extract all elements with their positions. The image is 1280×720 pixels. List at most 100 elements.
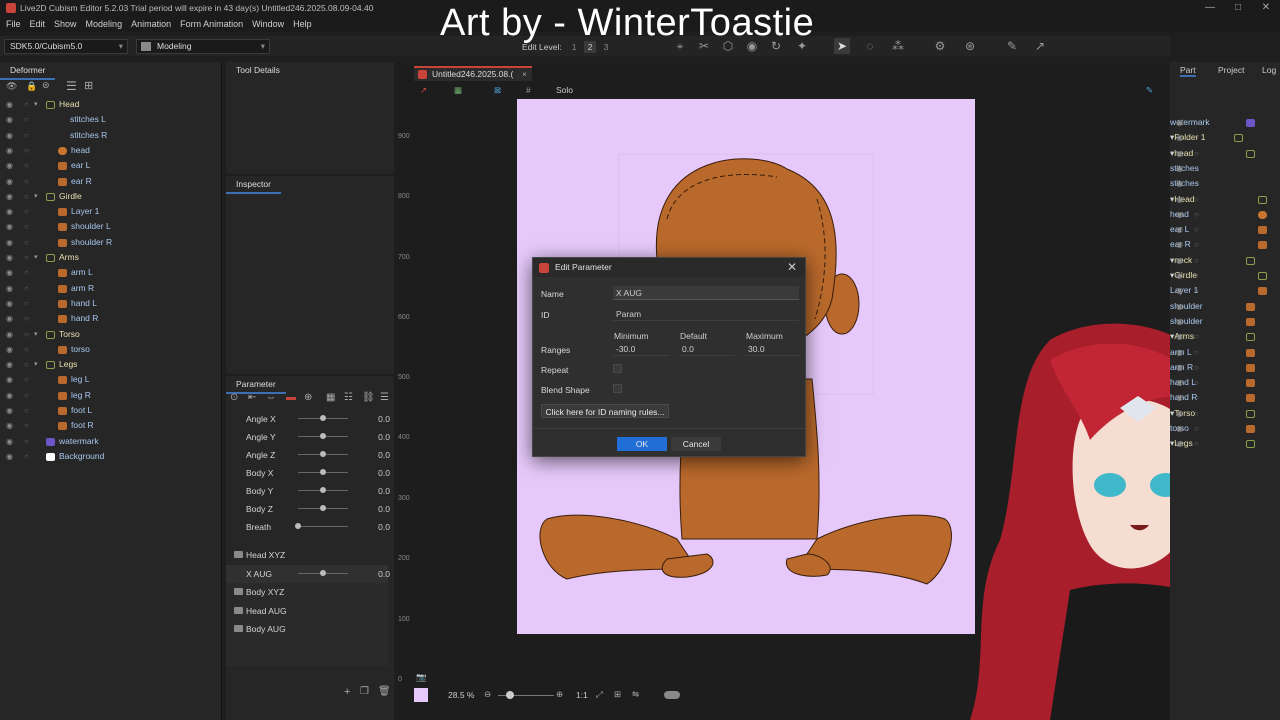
add-parameter-icon[interactable]: + [344, 686, 350, 698]
filter-icon[interactable]: ⊜ [42, 80, 50, 91]
view-icon[interactable]: ⊠ [494, 85, 501, 96]
parameter-row[interactable]: Body Z 0.0 [226, 500, 390, 518]
eye-icon[interactable]: ◉ [1176, 146, 1183, 161]
eye-icon[interactable]: ◉ [1176, 176, 1183, 191]
part-item[interactable]: ◉ ○ ▾ Girdle [1170, 268, 1280, 283]
blend-icon[interactable]: ⊛ [962, 38, 978, 54]
default-input[interactable]: 0.0 [679, 342, 735, 356]
lock-icon[interactable]: ○ [1194, 237, 1199, 252]
eye-icon[interactable]: ◉ [6, 204, 13, 219]
menu-file[interactable]: File [6, 19, 21, 29]
eye-icon[interactable]: ◉ [6, 143, 13, 158]
deformer-item[interactable]: ◉ ○ shoulder L [0, 219, 222, 234]
tab-log[interactable]: Log [1262, 65, 1276, 75]
lock-icon[interactable]: ○ [24, 388, 29, 403]
parameter-group[interactable]: Head AUG [226, 602, 388, 620]
menu-form-animation[interactable]: Form Animation [180, 19, 243, 29]
settings-icon[interactable]: ⊞ [84, 79, 93, 92]
minimize-button[interactable]: — [1196, 0, 1224, 16]
parameter-group[interactable]: Body XYZ [226, 583, 388, 601]
brush-select-icon[interactable]: ⁂ [890, 38, 906, 54]
tab-project[interactable]: Project [1218, 65, 1244, 75]
eye-icon[interactable]: ◉ [1176, 222, 1183, 237]
layer-toggle-icon[interactable]: ▦ [454, 85, 462, 96]
menu-edit[interactable]: Edit [30, 19, 46, 29]
parameter-row[interactable]: Body Y 0.0 [226, 482, 390, 500]
parameter-slider[interactable] [298, 487, 348, 493]
deformer-item[interactable]: ◉ ○ Background [0, 449, 222, 464]
part-item[interactable]: ◉ ○ stitches [1170, 176, 1280, 191]
deformer-item[interactable]: ◉ ○ ▾ Arms [0, 250, 222, 265]
deformer-item[interactable]: ◉ ○ hand R [0, 311, 222, 326]
workspace-mode-select[interactable]: Modeling ▾ [136, 39, 270, 54]
solo-toggle[interactable]: Solo [556, 85, 573, 95]
menu-window[interactable]: Window [252, 19, 284, 29]
close-window-button[interactable]: ✕ [1252, 0, 1280, 16]
lock-icon[interactable]: ○ [1194, 421, 1199, 436]
list-view-icon[interactable]: ☰ [66, 79, 77, 93]
deformer-item[interactable]: ◉ ○ stitches R [0, 128, 222, 143]
pin-icon[interactable]: ↗ [420, 85, 427, 96]
lock-icon[interactable]: ○ [24, 342, 29, 357]
lock-icon[interactable]: ○ [1194, 130, 1199, 145]
lock-icon[interactable]: ○ [1194, 299, 1199, 314]
trash-icon[interactable]: 🗑 [378, 686, 391, 697]
eye-icon[interactable]: ◉ [1176, 421, 1183, 436]
eye-icon[interactable]: ◉ [1176, 436, 1183, 451]
part-item[interactable]: ◉ ○ hand R [1170, 390, 1280, 405]
deformer-item[interactable]: ◉ ○ watermark [0, 434, 222, 449]
ok-button[interactable]: OK [617, 437, 667, 451]
inspector-title[interactable]: Inspector [226, 176, 281, 194]
delete-key-icon[interactable]: ▬ [286, 392, 296, 403]
deformer-item[interactable]: ◉ ○ Layer 1 [0, 204, 222, 219]
eye-icon[interactable]: ◉ [6, 158, 13, 173]
eye-icon[interactable]: ◉ [1176, 360, 1183, 375]
eye-icon[interactable]: ◉ [1176, 329, 1183, 344]
zoom-out-icon[interactable]: ⊖ [484, 689, 491, 700]
camera-icon[interactable]: 📷 [416, 672, 427, 683]
eye-icon[interactable]: ◉ [6, 327, 13, 342]
blend-shape-checkbox[interactable] [613, 384, 622, 393]
fit-screen-icon[interactable]: ⤢ [596, 689, 603, 700]
lock-icon[interactable]: ○ [1194, 115, 1199, 130]
menu-show[interactable]: Show [54, 19, 77, 29]
lock-icon[interactable]: ○ [1194, 329, 1199, 344]
link-icon[interactable]: ↗ [1032, 38, 1048, 54]
deformer-item[interactable]: ◉ ○ foot R [0, 418, 222, 433]
lock-icon[interactable]: ○ [24, 418, 29, 433]
eye-icon[interactable]: ◉ [1176, 192, 1183, 207]
deformer-item[interactable]: ◉ ○ arm R [0, 281, 222, 296]
lock-icon[interactable]: ○ [1194, 222, 1199, 237]
deformer-item[interactable]: ◉ ○ arm L [0, 265, 222, 280]
slider-knob[interactable] [320, 415, 326, 421]
lock-icon[interactable]: ○ [24, 158, 29, 173]
maximum-input[interactable]: 30.0 [745, 342, 801, 356]
lock-icon[interactable]: ○ [1194, 192, 1199, 207]
eye-icon[interactable]: ◉ [6, 418, 13, 433]
parameter-slider[interactable] [298, 433, 348, 439]
eye-icon[interactable]: ◉ [6, 265, 13, 280]
name-input[interactable]: X AUG [613, 286, 799, 300]
chevron-down-icon[interactable]: ▾ [34, 327, 38, 342]
eye-icon[interactable]: ◉ [6, 189, 13, 204]
close-tab-icon[interactable]: × [522, 68, 527, 81]
pen-icon[interactable]: ✎ [1004, 38, 1020, 54]
parameter-value[interactable]: 0.0 [368, 518, 390, 536]
deformer-item[interactable]: ◉ ○ stitches L [0, 112, 222, 127]
flip-icon[interactable]: ⇋ [632, 689, 639, 700]
eye-icon[interactable]: ◉ [6, 281, 13, 296]
eye-icon[interactable]: ◉ [6, 235, 13, 250]
part-item[interactable]: ◉ ○ ▾ Torso [1170, 406, 1280, 421]
lock-icon[interactable]: ○ [1194, 176, 1199, 191]
add-key-icon[interactable]: ⊕ [304, 392, 312, 403]
sdk-version-select[interactable]: SDK5.0/Cubism5.0 ▾ [4, 39, 128, 54]
part-item[interactable]: ◉ ○ torso [1170, 421, 1280, 436]
list-icon[interactable]: ☷ [344, 392, 353, 403]
lock-icon[interactable]: ○ [24, 235, 29, 250]
eye-icon[interactable]: ◉ [1176, 390, 1183, 405]
lock-icon[interactable]: ○ [24, 265, 29, 280]
part-item[interactable]: ◉ ○ ear R [1170, 237, 1280, 252]
lock-icon[interactable]: ○ [24, 97, 29, 112]
eye-icon[interactable]: ◉ [1176, 345, 1183, 360]
part-item[interactable]: ◉ ○ ▾ head [1170, 146, 1280, 161]
